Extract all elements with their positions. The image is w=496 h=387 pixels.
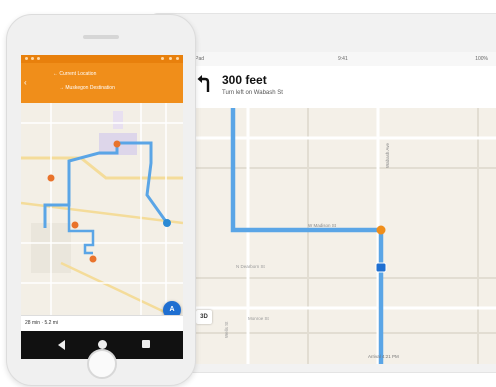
phone-screen: ‹ ← Current Location → Muskegon Destinat…	[21, 55, 183, 359]
tablet-screen: iPad 9:41 100% 300 feet Turn left on Wab…	[188, 52, 496, 364]
phone-device: ‹ ← Current Location → Muskegon Destinat…	[6, 14, 196, 386]
phone-map[interactable]	[21, 103, 183, 315]
phone-speaker	[83, 35, 119, 39]
route-stop-marker[interactable]	[71, 221, 79, 229]
route-end-marker[interactable]	[163, 219, 171, 227]
street-label: Wabash Ave	[385, 142, 390, 168]
phone-home-button[interactable]	[87, 349, 117, 379]
back-arrow-icon[interactable]: ‹	[24, 78, 27, 87]
tablet-map[interactable]: W Madison St Wabash Ave N Dearborn St Mo…	[188, 108, 496, 364]
turn-point-marker	[376, 225, 386, 235]
nav-back-icon[interactable]	[58, 340, 65, 350]
phone-status-bar	[21, 55, 183, 63]
route-origin[interactable]: ← Current Location	[53, 71, 96, 77]
street-label: Monroe St	[248, 316, 270, 321]
turn-instruction: Turn left on Wabash St	[222, 90, 283, 96]
street-label: Wells St	[224, 321, 229, 338]
route-destination[interactable]: → Muskegon Destination	[59, 85, 115, 91]
turn-distance: 300 feet	[222, 73, 267, 87]
turn-left-icon	[197, 75, 210, 92]
tablet-status-battery: 100%	[475, 56, 488, 62]
route-stop-marker[interactable]	[113, 140, 121, 148]
3d-toggle-button[interactable]: 3D	[196, 310, 212, 324]
nav-home-icon[interactable]	[98, 340, 107, 349]
tablet-status-bar: iPad 9:41 100%	[188, 52, 496, 66]
tablet-status-time: 9:41	[338, 56, 348, 62]
current-location-marker	[375, 262, 387, 273]
destination-label: Arrival 4:21 PM	[368, 354, 399, 359]
street-label: N Dearborn St	[236, 264, 266, 269]
route-header: ‹ ← Current Location → Muskegon Destinat…	[21, 63, 183, 103]
route-summary-bar[interactable]: 28 min · 5.2 mi	[21, 315, 183, 332]
navigation-banner[interactable]: 300 feet Turn left on Wabash St	[188, 66, 496, 109]
street-label: W Madison St	[308, 223, 337, 228]
route-stop-marker[interactable]	[89, 255, 97, 263]
tablet-device: iPad 9:41 100% 300 feet Turn left on Wab…	[150, 14, 496, 372]
route-summary-text: 28 min · 5.2 mi	[25, 320, 59, 326]
nav-recent-icon[interactable]	[142, 340, 150, 348]
route-stop-marker[interactable]	[47, 174, 55, 182]
